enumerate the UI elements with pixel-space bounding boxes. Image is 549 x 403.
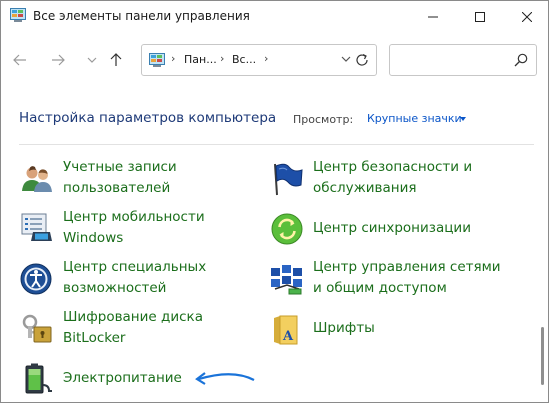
search-input[interactable] — [389, 44, 537, 76]
breadcrumb-separator[interactable]: › — [264, 52, 268, 65]
chevron-down-icon[interactable] — [340, 53, 352, 65]
search-icon — [514, 53, 528, 67]
arrow-up-icon — [110, 53, 122, 66]
navigation-bar: › Пан... › Вс... › — [1, 33, 548, 83]
forward-button[interactable] — [47, 49, 69, 71]
bitlocker-icon — [22, 314, 52, 343]
close-icon — [522, 12, 532, 22]
item-user-accounts[interactable]: Учетные записи пользователей — [19, 157, 259, 205]
up-button[interactable] — [105, 49, 127, 71]
sync-center-icon — [271, 213, 303, 245]
item-fonts[interactable]: A Шрифты — [269, 307, 509, 355]
breadcrumb-separator[interactable]: › — [220, 52, 224, 65]
item-accessibility[interactable]: Центр специальных возможностей — [19, 257, 259, 305]
item-label[interactable]: Центр синхронизации — [313, 218, 513, 239]
control-panel-icon — [149, 53, 165, 67]
user-accounts-icon — [22, 166, 52, 192]
item-label[interactable]: Центр специальных возможностей — [63, 257, 263, 299]
security-flag-icon — [274, 163, 303, 196]
view-mode-dropdown[interactable]: Крупные значки — [367, 112, 462, 125]
item-network-sharing[interactable]: Центр управления сетями и общим доступом — [269, 257, 509, 305]
control-panel-window: Все элементы панели управления › Пан... … — [0, 0, 549, 403]
back-button[interactable] — [9, 49, 31, 71]
minimize-icon — [428, 16, 438, 18]
window-title: Все элементы панели управления — [33, 9, 250, 23]
divider — [19, 144, 534, 145]
view-label: Просмотр: — [293, 113, 354, 126]
vertical-scrollbar[interactable] — [541, 327, 544, 385]
close-button[interactable] — [504, 1, 548, 33]
item-bitlocker[interactable]: Шифрование диска BitLocker — [19, 307, 259, 355]
arrow-left-icon — [13, 54, 26, 66]
item-label[interactable]: Центр безопасности и обслуживания — [313, 157, 513, 199]
fonts-folder-icon: A — [274, 315, 298, 345]
power-options-icon — [25, 363, 52, 394]
address-bar[interactable]: › Пан... › Вс... › — [141, 44, 377, 76]
item-label[interactable]: Центр управления сетями и общим доступом — [313, 257, 513, 299]
breadcrumb-separator[interactable]: › — [171, 52, 175, 65]
item-security-maintenance[interactable]: Центр безопасности и обслуживания — [269, 157, 509, 205]
item-label[interactable]: Учетные записи пользователей — [63, 157, 263, 199]
maximize-button[interactable] — [457, 1, 503, 33]
page-title: Настройка параметров компьютера — [19, 110, 277, 126]
maximize-icon — [475, 12, 485, 22]
recent-locations-button[interactable] — [81, 49, 103, 71]
control-panel-icon — [10, 8, 26, 22]
title-bar[interactable]: Все элементы панели управления — [1, 1, 548, 33]
item-sync-center[interactable]: Центр синхронизации — [269, 207, 509, 255]
minimize-button[interactable] — [410, 1, 456, 33]
breadcrumb-control-panel[interactable]: Пан... — [184, 53, 217, 66]
arrow-right-icon — [52, 54, 65, 66]
caret-down-icon[interactable] — [460, 117, 466, 121]
item-mobility-center[interactable]: Центр мобильности Windows — [19, 207, 259, 255]
breadcrumb-all-items[interactable]: Вс... — [232, 53, 256, 66]
network-center-icon — [271, 265, 302, 295]
accessibility-icon — [20, 263, 52, 295]
item-label[interactable]: Шрифты — [313, 318, 513, 339]
mobility-center-icon — [21, 213, 52, 241]
item-label[interactable]: Центр мобильности Windows — [63, 207, 263, 249]
refresh-icon[interactable] — [354, 52, 370, 68]
annotation-arrow-icon — [195, 372, 255, 385]
item-label[interactable]: Шифрование диска BitLocker — [63, 307, 263, 349]
chevron-down-icon — [87, 57, 97, 63]
svg-text:A: A — [282, 329, 294, 344]
